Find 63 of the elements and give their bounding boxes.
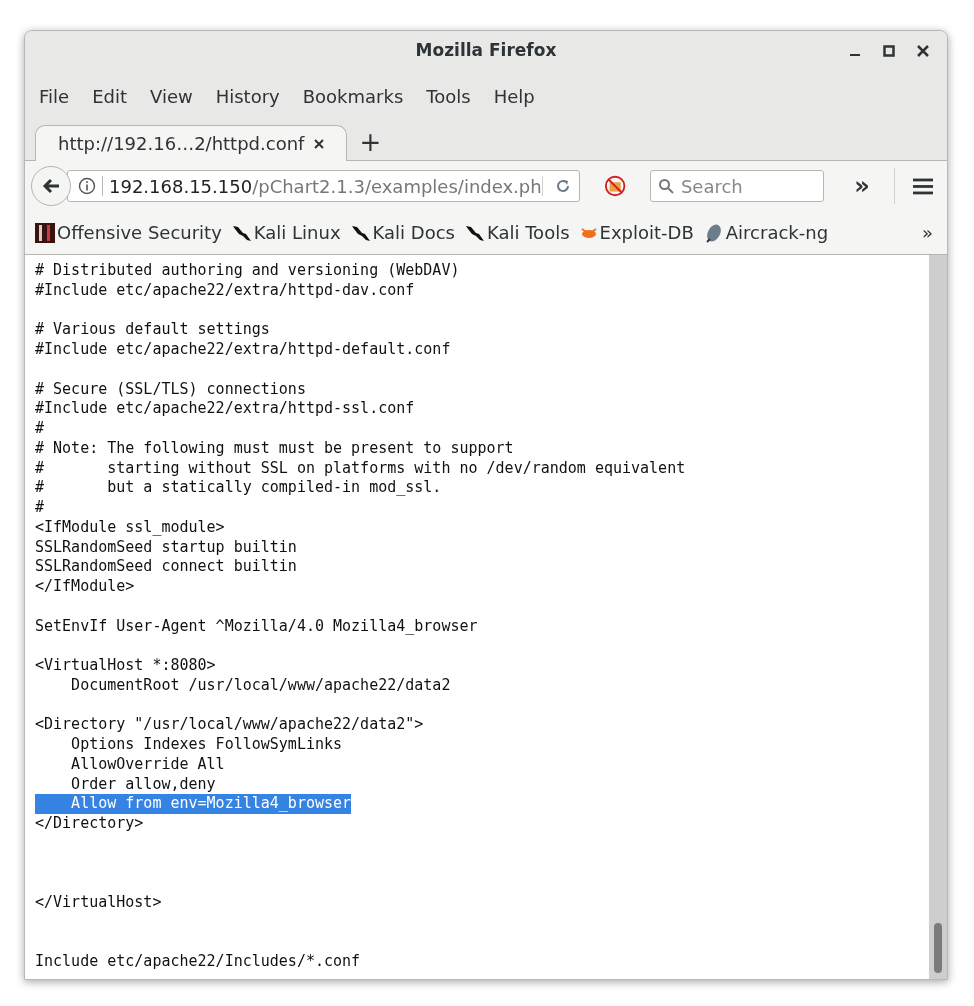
code-line: # Distributed authoring and versioning (WebDAV) [35,261,460,281]
info-icon[interactable] [78,177,96,195]
menu-icon[interactable] [912,177,933,195]
code-line: #Include etc/apache22/extra/httpd-dav.conf [35,280,415,301]
bug-icon [579,225,598,240]
code-line: Include etc/apache22/Includes/*.conf [35,952,361,972]
bookmark-item[interactable]: Kali Linux [231,219,341,246]
overflow-button[interactable]: » [854,174,870,198]
menu-item[interactable]: Help [493,82,535,110]
code-line: SSLRandomSeed startup builtin [35,537,297,558]
menu-item[interactable]: File [39,82,70,110]
code-line: SetEnvIf User-Agent ^Mozilla/4.0 Mozilla4_browser [35,616,478,637]
code-line: # [35,498,45,518]
code-line: <IfModule ssl_module> [35,517,225,538]
bookmark-item[interactable]: Offensive Security [35,219,222,246]
menu-item[interactable]: View [150,82,193,110]
url-text: 192.168.15.150/pChart2.1.3/examples/index.ph [109,174,542,199]
browser-tab[interactable]: http://192.16…2/httpd.conf [35,125,348,161]
code-line: AllowOverride All [70,754,225,775]
maximize-icon[interactable] [883,45,895,57]
bookmark-item[interactable]: Kali Tools [464,219,570,246]
menu-item[interactable]: Tools [426,82,471,110]
menu-item[interactable]: Edit [92,82,127,110]
code-line: </IfModule> [35,577,135,597]
dragon-icon [231,223,252,242]
code-line: #Include etc/apache22/extra/httpd-default.conf [35,340,451,360]
search-icon [657,178,674,194]
code-line: DocumentRoot /usr/local/www/apache22/data2 [70,675,451,696]
code-line: Options Indexes FollowSymLinks [70,735,343,755]
bookmark-item[interactable]: Kali Docs [350,219,455,246]
window-title: Mozilla Firefox [415,39,557,63]
code-line: Order allow,deny [70,774,216,795]
code-line: # but a statically compiled-in mod_ssl. [35,478,442,498]
back-button[interactable] [31,166,71,206]
code-line: # starting without SSL on platforms with no /dev/random equivalent [35,458,686,479]
blocked-extension-icon[interactable] [603,174,626,198]
bookmark-logo-icon [35,222,55,243]
code-line: <Directory "/usr/local/www/apache22/data2"> [35,715,424,735]
close-icon[interactable] [917,45,929,57]
menu-item[interactable]: History [215,82,280,110]
code-line: # Secure (SSL/TLS) connections [35,379,306,400]
bookmark-item[interactable]: Aircrack-ng [703,219,829,246]
menu-item[interactable]: Bookmarks [302,82,404,110]
new-tab-button[interactable]: + [347,124,394,160]
code-line: </VirtualHost> [35,893,162,913]
code-line: </Directory> [35,814,144,834]
code-line: #Include etc/apache22/extra/httpd-ssl.conf [35,399,415,419]
search-field[interactable]: Search [649,170,825,202]
close-icon[interactable] [314,138,325,149]
scrollbar-thumb[interactable] [934,923,942,973]
code-line: # Various default settings [35,320,270,340]
bookmark-item[interactable]: Exploit-DB [579,219,694,246]
code-line: SSLRandomSeed connect builtin [35,557,297,577]
reload-icon[interactable] [554,178,571,194]
code-line: # [35,419,45,439]
dragon-icon [464,223,485,242]
url-field[interactable]: 192.168.15.150/pChart2.1.3/examples/index.ph [67,170,580,202]
back-arrow-icon [42,178,60,194]
bookmarks-overflow-button[interactable]: » [922,219,933,246]
code-line: # Note: The following must must be present to support [35,438,514,459]
dragon-icon [350,223,371,242]
code-line: <VirtualHost *:8080> [35,656,216,676]
scrollbar[interactable] [929,255,947,979]
